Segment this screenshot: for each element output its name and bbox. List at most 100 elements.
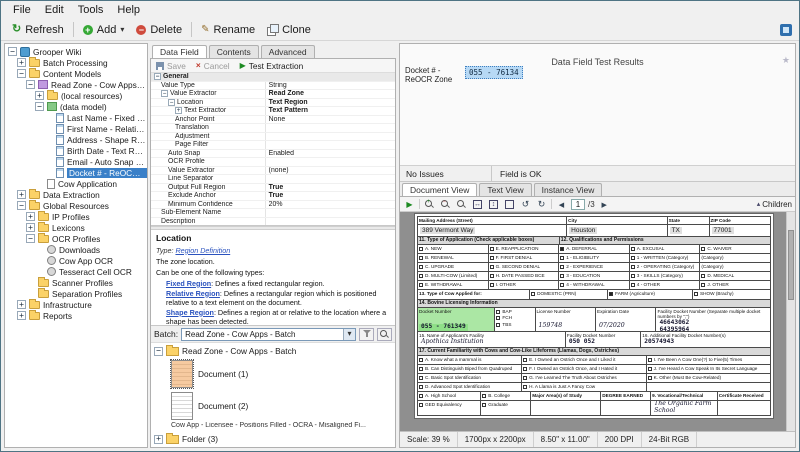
- checkbox-icon[interactable]: [419, 403, 423, 407]
- property-row-output-full-region[interactable]: Output Full RegionTrue: [151, 184, 395, 193]
- expand-icon[interactable]: +: [26, 223, 35, 232]
- expand-icon[interactable]: +: [17, 58, 26, 67]
- property-value[interactable]: [266, 209, 395, 217]
- checkbox-icon[interactable]: [490, 247, 494, 251]
- checkbox-icon[interactable]: [648, 376, 652, 380]
- collapse-icon[interactable]: −: [17, 201, 26, 210]
- page-number-input[interactable]: 1: [571, 199, 585, 210]
- field-value[interactable]: 055 - 76134: [465, 66, 523, 79]
- help-link-relative-region[interactable]: Relative Region: [166, 289, 220, 298]
- zoom-out-button[interactable]: [439, 198, 452, 210]
- scrollbar-thumb[interactable]: [788, 230, 794, 300]
- property-value[interactable]: True: [266, 184, 395, 192]
- checkbox-icon[interactable]: [419, 247, 423, 251]
- property-row-translation[interactable]: Translation: [151, 124, 395, 133]
- property-row-sub-element-name[interactable]: Sub-Element Name: [151, 209, 395, 218]
- fit-page-button[interactable]: [503, 198, 516, 210]
- search-button[interactable]: [377, 328, 392, 341]
- collapse-icon[interactable]: −: [154, 73, 161, 80]
- checkbox-icon[interactable]: [490, 274, 494, 278]
- property-row-anchor-point[interactable]: Anchor PointNone: [151, 116, 395, 125]
- document-viewport[interactable]: Mailing Address (Street)CityStateZIP Cod…: [400, 212, 795, 431]
- checkbox-icon[interactable]: [419, 256, 423, 260]
- fit-width-button[interactable]: [471, 198, 484, 210]
- tab-instance-view[interactable]: Instance View: [534, 183, 603, 196]
- collapse-icon[interactable]: −: [168, 99, 175, 106]
- collapse-icon[interactable]: −: [35, 102, 44, 111]
- property-row-ocr-profile[interactable]: OCR Profile: [151, 158, 395, 167]
- checkbox-icon[interactable]: [419, 367, 423, 371]
- tree-item-local-resources[interactable]: +(local resources): [5, 90, 147, 101]
- checkbox-icon[interactable]: [482, 403, 486, 407]
- checkbox-icon[interactable]: [419, 274, 423, 278]
- checkbox-icon[interactable]: [496, 316, 500, 320]
- checkbox-icon[interactable]: [648, 367, 652, 371]
- checkbox-icon[interactable]: [419, 385, 423, 389]
- chevron-down-icon[interactable]: [343, 329, 355, 340]
- tree-item-data-model[interactable]: −(data model): [5, 101, 147, 112]
- tree-item-scanner-profiles[interactable]: Scanner Profiles: [5, 277, 147, 288]
- property-value[interactable]: [266, 218, 395, 226]
- clone-button[interactable]: Clone: [261, 22, 317, 38]
- property-value[interactable]: [266, 124, 395, 132]
- save-button[interactable]: Save: [156, 61, 186, 71]
- rename-button[interactable]: Rename: [195, 22, 261, 38]
- checkbox-icon[interactable]: [523, 367, 527, 371]
- property-row-adjustment[interactable]: Adjustment: [151, 133, 395, 142]
- collapse-icon[interactable]: −: [26, 80, 35, 89]
- property-value[interactable]: (none): [266, 167, 395, 175]
- tree-item-tesseract-cell-ocr[interactable]: Tesseract Cell OCR: [5, 266, 147, 277]
- property-row-description[interactable]: Description: [151, 218, 395, 227]
- property-value[interactable]: [266, 133, 395, 141]
- tree-item-downloads[interactable]: Downloads: [5, 244, 147, 255]
- tree-item-lexicons[interactable]: +Lexicons: [5, 222, 147, 233]
- tree-item-address-shape-region[interactable]: Address - Shape Region: [5, 134, 147, 145]
- property-value[interactable]: String: [266, 82, 395, 90]
- property-row-minimum-confidence[interactable]: Minimum Confidence20%: [151, 201, 395, 210]
- prev-page-button[interactable]: [555, 198, 568, 210]
- collapse-icon[interactable]: −: [161, 90, 168, 97]
- checkbox-icon[interactable]: [631, 283, 635, 287]
- tree-item-reports[interactable]: +Reports: [5, 310, 147, 321]
- checkbox-icon[interactable]: [523, 376, 527, 380]
- checkbox-icon[interactable]: [490, 265, 494, 269]
- tree-item-grooper-wiki[interactable]: −Grooper Wiki: [5, 46, 147, 57]
- checkbox-icon[interactable]: [560, 247, 564, 251]
- checkbox-icon[interactable]: [419, 394, 423, 398]
- expand-icon[interactable]: +: [17, 190, 26, 199]
- tree-item-ocr-profiles[interactable]: −OCR Profiles: [5, 233, 147, 244]
- delete-button[interactable]: Delete: [130, 22, 188, 38]
- property-value[interactable]: [266, 158, 395, 166]
- property-row-location[interactable]: −LocationText Region: [151, 99, 395, 108]
- children-control[interactable]: Children: [757, 200, 792, 209]
- help-type-value[interactable]: Region Definition: [175, 246, 230, 255]
- document-thumbnail[interactable]: [171, 360, 193, 388]
- property-value[interactable]: 20%: [266, 201, 395, 209]
- batch-folder-read-zone-cow-apps-batch[interactable]: −Read Zone - Cow Apps - Batch: [151, 344, 395, 358]
- rotate-left-button[interactable]: [519, 198, 532, 210]
- refresh-button[interactable]: Refresh: [6, 22, 70, 38]
- collapse-icon[interactable]: −: [154, 347, 163, 356]
- checkbox-icon[interactable]: [482, 394, 486, 398]
- batch-doc-document-1[interactable]: Document (1): [151, 358, 395, 390]
- property-value[interactable]: Read Zone: [266, 90, 395, 98]
- tree-item-last-name-fixed-region[interactable]: Last Name - Fixed Region: [5, 112, 147, 123]
- checkbox-icon[interactable]: [560, 265, 564, 269]
- checkbox-icon[interactable]: [701, 247, 705, 251]
- expand-icon[interactable]: +: [17, 300, 26, 309]
- tree-item-docket-reocr-zone[interactable]: Docket # - ReOCR Zone: [5, 167, 147, 178]
- collapse-icon[interactable]: −: [17, 69, 26, 78]
- tab-document-view[interactable]: Document View: [402, 183, 477, 196]
- property-row-value-extractor[interactable]: Value Extractor(none): [151, 167, 395, 176]
- checkbox-icon[interactable]: [496, 310, 500, 314]
- batch-folder-folder-3[interactable]: +Folder (3): [151, 432, 395, 446]
- tab-contents[interactable]: Contents: [209, 45, 259, 58]
- expand-icon[interactable]: +: [26, 212, 35, 221]
- checkbox-icon[interactable]: [419, 265, 423, 269]
- tree-item-first-name-relative-region[interactable]: First Name - Relative Region: [5, 123, 147, 134]
- checkbox-icon[interactable]: [490, 256, 494, 260]
- property-value[interactable]: None: [266, 116, 395, 124]
- tree-item-global-resources[interactable]: −Global Resources: [5, 200, 147, 211]
- property-value[interactable]: [266, 141, 395, 149]
- tree-item-cow-application[interactable]: Cow Application: [5, 178, 147, 189]
